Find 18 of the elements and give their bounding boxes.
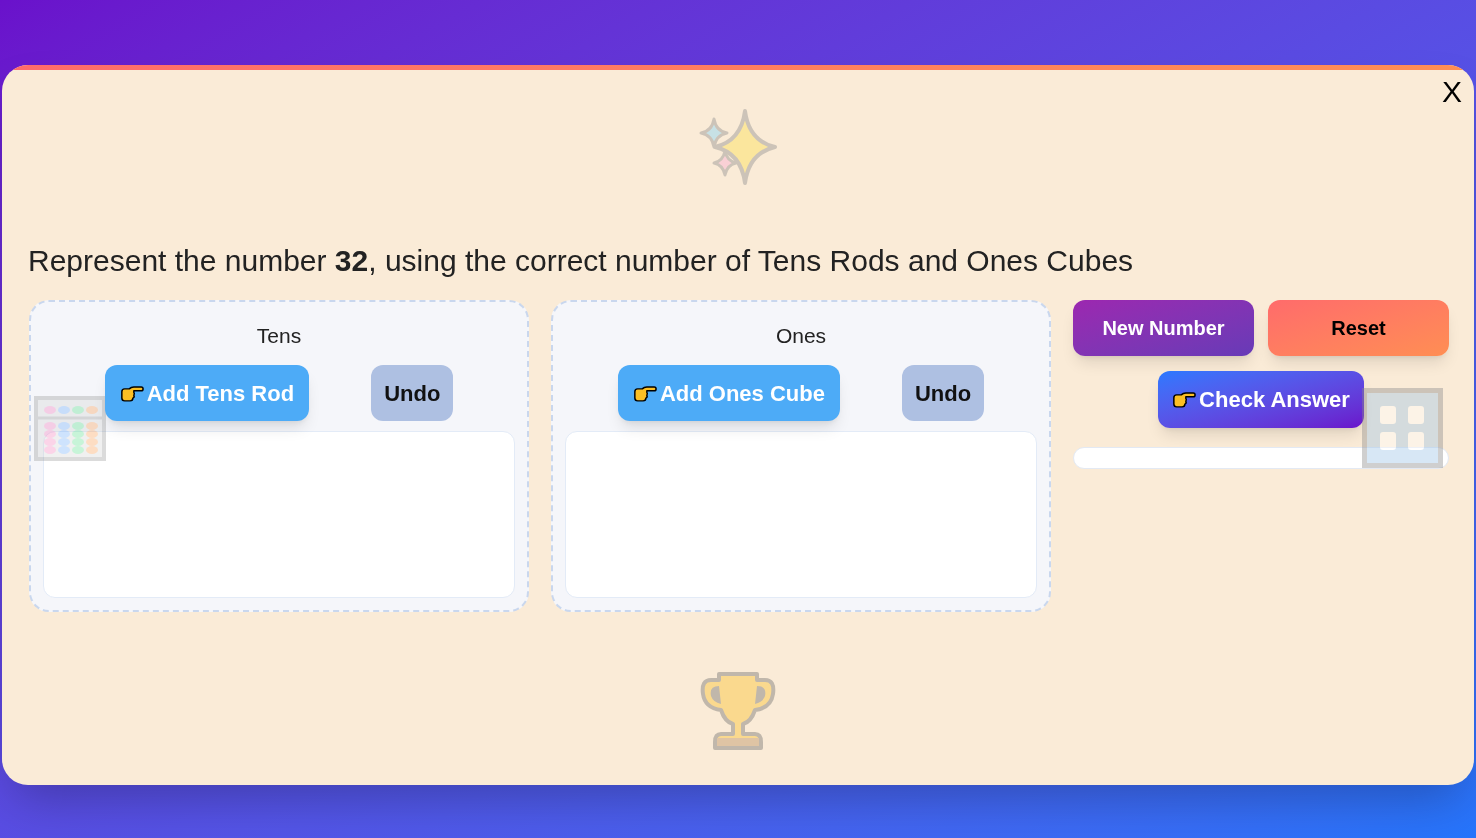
drop-area[interactable] xyxy=(43,431,515,598)
close-button[interactable]: X xyxy=(1440,77,1464,107)
pointing-hand-icon xyxy=(119,383,144,403)
reset-button[interactable]: Reset xyxy=(1268,300,1449,356)
check-answer-button[interactable]: Check Answer xyxy=(1158,371,1364,428)
trophy-icon xyxy=(699,670,777,752)
new-number-button[interactable]: New Number xyxy=(1073,300,1254,356)
question-text: Represent the number 32, using the correct number of Tens Rods and Ones Cubes xyxy=(28,243,1135,279)
grid-tile-icon xyxy=(1362,388,1443,468)
undo-button[interactable]: Undo xyxy=(901,365,985,421)
panel-title: Tens xyxy=(256,323,302,349)
drop-area[interactable] xyxy=(565,431,1037,598)
abacus-icon xyxy=(34,396,106,461)
sparkles-icon xyxy=(697,107,779,187)
panel-title: Ones xyxy=(775,323,827,349)
undo-button[interactable]: Undo xyxy=(371,365,454,421)
pointing-hand-icon xyxy=(632,383,657,403)
pointing-hand-icon xyxy=(1172,390,1197,409)
